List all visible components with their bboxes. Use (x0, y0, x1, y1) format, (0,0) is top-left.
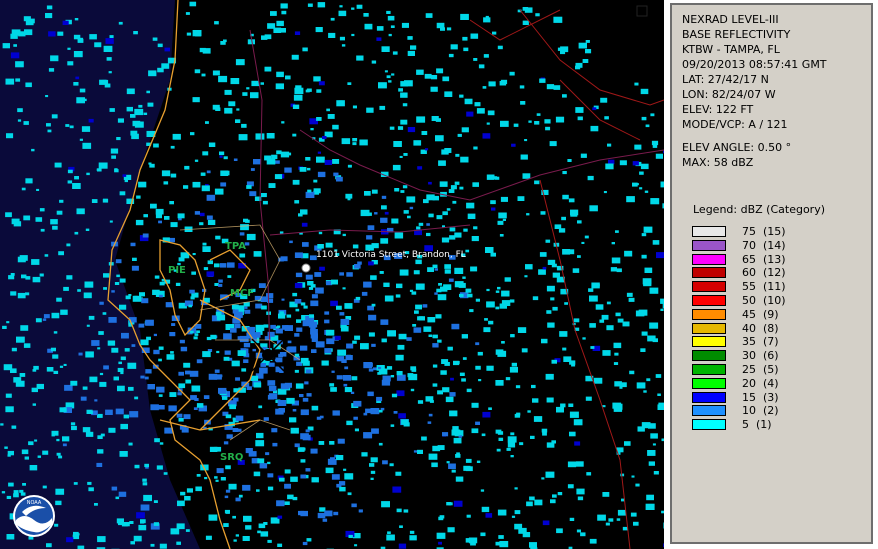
info-panel: NEXRAD LEVEL-III BASE REFLECTIVITY KTBW … (670, 3, 873, 544)
legend-swatch (692, 295, 726, 306)
legend-swatch (692, 308, 726, 320)
info-elev-angle: ELEV ANGLE: 0.50 ° (682, 141, 792, 154)
legend-swatch (692, 377, 726, 389)
legend-label: 60 (12) (742, 266, 786, 280)
legend-label: 65 (13) (742, 252, 786, 266)
legend-label: 45 (9) (742, 307, 779, 321)
info-mode-vcp: MODE/VCP: A / 121 (682, 118, 788, 131)
info-product-line: NEXRAD LEVEL-III (682, 13, 779, 26)
info-product-type: BASE REFLECTIVITY (682, 28, 791, 41)
legend-swatch (692, 336, 726, 348)
legend-label: 50 (10) (742, 294, 786, 307)
map-label-tpa: TPA (225, 241, 246, 252)
legend-label: 70 (14) (742, 238, 786, 252)
info-timestamp: 09/20/2013 08:57:41 GMT (682, 58, 827, 71)
legend-label: 20 (4) (742, 376, 779, 390)
legend-title: Legend: dBZ (Category) (693, 203, 825, 216)
info-max: MAX: 58 dBZ (682, 156, 754, 169)
info-longitude: LON: 82/24/07 W (682, 88, 776, 101)
legend-label: 35 (7) (742, 335, 779, 349)
legend-swatch (692, 281, 726, 293)
noaa-logo-icon: NOAA (13, 495, 55, 537)
legend-label: 15 (3) (742, 390, 779, 404)
legend-swatch (692, 350, 726, 362)
info-latitude: LAT: 27/42/17 N (682, 73, 769, 86)
map-label-pie: PIE (168, 265, 186, 276)
legend-swatch (692, 226, 726, 237)
legend-label: 10 (2) (742, 404, 779, 418)
radar-image (0, 0, 664, 549)
legend-label: 55 (11) (742, 280, 786, 294)
legend-label: 5 (1) (742, 418, 772, 432)
noaa-logo-text: NOAA (27, 500, 42, 506)
map-label-mcf: MCF (230, 288, 255, 299)
legend-swatch (692, 253, 726, 265)
legend-swatch (692, 419, 726, 431)
legend-swatch (692, 239, 726, 251)
legend-label: 40 (8) (742, 321, 779, 335)
legend-swatch (692, 364, 726, 375)
legend-swatch (692, 267, 726, 279)
radar-map[interactable]: TPA PIE MCF SRQ 1101 Victoria Street, Br… (0, 0, 664, 549)
info-elevation: ELEV: 122 FT (682, 103, 754, 116)
noaa-logo: NOAA (12, 494, 56, 538)
legend-label: 25 (5) (742, 363, 779, 376)
location-label: 1101 Victoria Street, Brandon, FL (316, 250, 466, 260)
legend-swatch (692, 405, 726, 417)
legend-label: 30 (6) (742, 349, 779, 363)
legend-swatch (692, 322, 726, 334)
map-label-srq: SRQ (220, 452, 244, 463)
info-station: KTBW - TAMPA, FL (682, 43, 780, 56)
legend-label: 75 (15) (742, 225, 786, 238)
legend-swatch (692, 391, 726, 403)
